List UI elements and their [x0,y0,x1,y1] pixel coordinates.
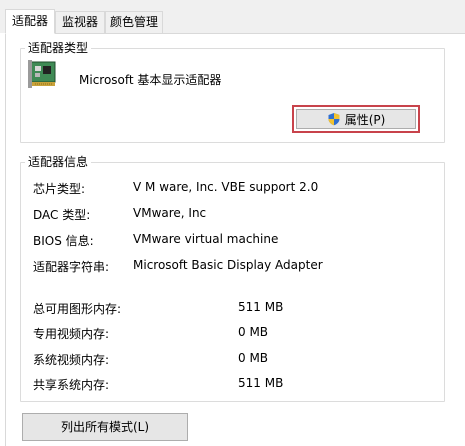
total-graphics-memory-label: 总可用图形内存: [33,302,122,316]
shared-system-memory-label: 共享系统内存: [33,378,110,392]
dedicated-video-memory-label: 专用视频内存: [33,327,110,341]
video-card-icon [28,60,56,88]
list-all-modes-button[interactable]: 列出所有模式(L) [22,413,188,441]
adapter-info-group-title: 适配器信息 [25,154,92,170]
bios-info-label: BIOS 信息: [33,234,94,248]
adapter-type-group-title: 适配器类型 [25,40,92,56]
adapter-name: Microsoft 基本显示适配器 [79,73,222,87]
properties-button-label: 属性(P) [344,112,386,127]
chip-type-value: V M ware, Inc. VBE support 2.0 [133,180,319,194]
adapter-string-label: 适配器字符串: [33,260,110,274]
tab-color-management[interactable]: 颜色管理 [105,11,163,33]
tab-monitor[interactable]: 监视器 [55,11,105,33]
dac-type-label: DAC 类型: [33,208,91,222]
chip-type-label: 芯片类型: [33,182,86,196]
shared-system-memory-value: 511 MB [238,376,284,390]
dac-type-value: VMware, Inc [133,206,207,220]
adapter-string-value: Microsoft Basic Display Adapter [133,258,323,272]
bios-info-value: VMware virtual machine [133,232,279,246]
properties-button-face[interactable]: 属性(P) [296,109,416,129]
properties-button[interactable]: 属性(P) [292,105,420,133]
system-video-memory-label: 系统视频内存: [33,353,110,367]
dedicated-video-memory-value: 0 MB [238,325,269,339]
tab-adapter[interactable]: 适配器 [5,9,55,34]
tab-strip: 监视器 颜色管理 适配器 [0,0,465,34]
total-graphics-memory-value: 511 MB [238,300,284,314]
system-video-memory-value: 0 MB [238,351,269,365]
uac-shield-icon [328,113,340,126]
